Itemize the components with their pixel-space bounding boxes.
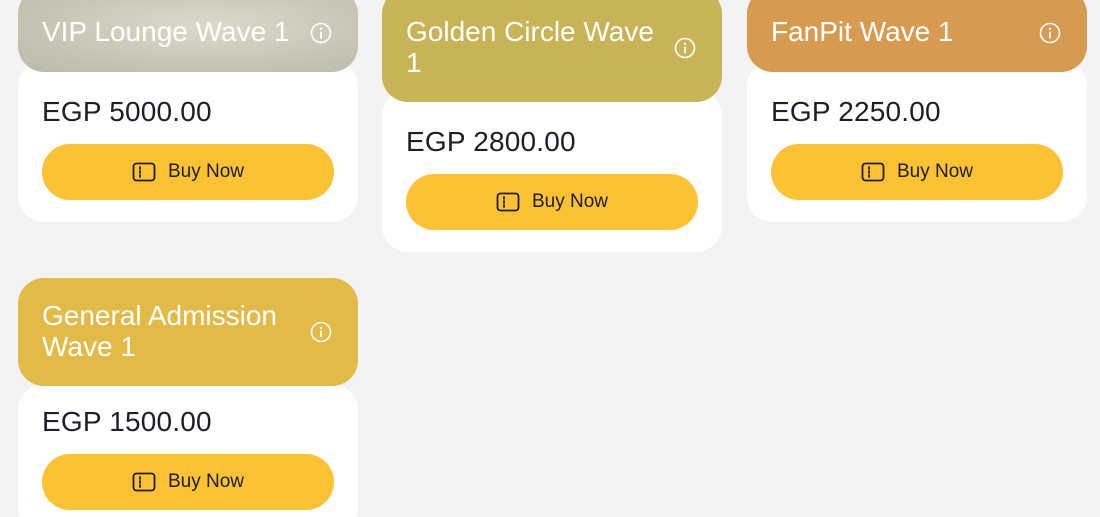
buy-now-button[interactable]: Buy Now xyxy=(42,454,334,510)
info-icon[interactable] xyxy=(310,321,332,343)
ticket-card-body: EGP 5000.00 Buy Now xyxy=(18,60,358,222)
ticket-card-general-admission: General Admission Wave 1 EGP 1500.00 Buy… xyxy=(18,278,358,517)
ticket-icon xyxy=(132,472,156,492)
ticket-card-body: EGP 1500.00 Buy Now xyxy=(18,384,358,517)
info-icon[interactable] xyxy=(1039,22,1061,44)
ticket-card-header: VIP Lounge Wave 1 xyxy=(18,0,358,72)
ticket-name: FanPit Wave 1 xyxy=(771,16,954,47)
buy-now-label: Buy Now xyxy=(531,191,609,212)
ticket-price: EGP 1500.00 xyxy=(42,406,212,437)
ticket-card-golden-circle: Golden Circle Wave 1 EGP 2800.00 Buy Now xyxy=(382,0,722,252)
ticket-grid: VIP Lounge Wave 1 EGP 5000.00 Buy Now Go… xyxy=(0,0,1100,517)
ticket-name: General Admission Wave 1 xyxy=(42,300,278,362)
info-icon[interactable] xyxy=(310,22,332,44)
buy-now-label: Buy Now xyxy=(167,161,245,182)
ticket-card-body: EGP 2800.00 Buy Now xyxy=(382,90,722,252)
info-icon[interactable] xyxy=(674,37,696,59)
ticket-price: EGP 5000.00 xyxy=(42,96,212,127)
ticket-icon xyxy=(861,162,885,182)
ticket-price: EGP 2250.00 xyxy=(771,96,941,127)
ticket-card-header: Golden Circle Wave 1 xyxy=(382,0,722,102)
ticket-name: VIP Lounge Wave 1 xyxy=(42,16,290,47)
buy-now-label: Buy Now xyxy=(896,161,974,182)
buy-now-label: Buy Now xyxy=(167,471,245,492)
ticket-icon xyxy=(496,192,520,212)
ticket-card-header: General Admission Wave 1 xyxy=(18,278,358,386)
buy-now-button[interactable]: Buy Now xyxy=(771,144,1063,200)
ticket-card-body: EGP 2250.00 Buy Now xyxy=(747,60,1087,222)
buy-now-button[interactable]: Buy Now xyxy=(42,144,334,200)
ticket-price: EGP 2800.00 xyxy=(406,126,576,157)
ticket-card-vip-lounge: VIP Lounge Wave 1 EGP 5000.00 Buy Now xyxy=(18,0,358,222)
buy-now-button[interactable]: Buy Now xyxy=(406,174,698,230)
ticket-card-header: FanPit Wave 1 xyxy=(747,0,1087,72)
ticket-icon xyxy=(132,162,156,182)
ticket-card-fanpit: FanPit Wave 1 EGP 2250.00 Buy Now xyxy=(747,0,1087,222)
ticket-name: Golden Circle Wave 1 xyxy=(406,16,654,78)
